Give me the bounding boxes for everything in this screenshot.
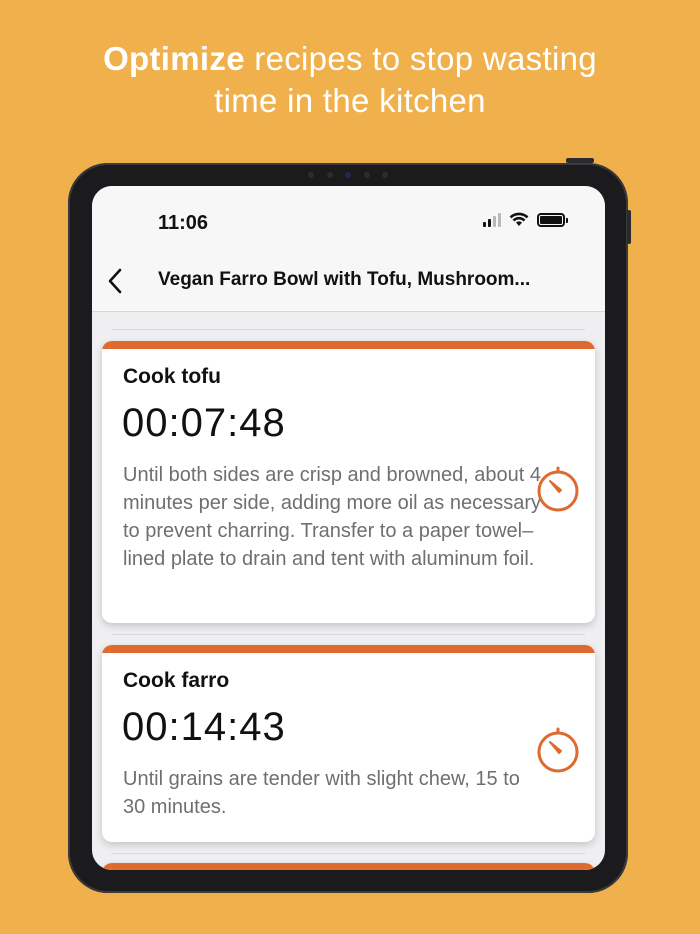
step-description: Until grains are tender with slight chew…	[123, 768, 520, 818]
timer-icon	[537, 727, 579, 773]
step-title: Cook tofu	[123, 365, 221, 388]
step-accent-bar	[102, 863, 595, 870]
list-separator	[112, 853, 585, 854]
timer-icon	[537, 466, 579, 512]
back-button[interactable]	[100, 264, 130, 298]
status-bar: 11:06	[92, 186, 605, 248]
step-description: Until both sides are crisp and browned, …	[123, 464, 542, 570]
recipe-title: Vegan Farro Bowl with Tofu, Mushroom...	[158, 269, 531, 290]
step-card[interactable]: Cook tofu 00:07:48 Until both sides are …	[102, 341, 595, 623]
status-icons	[483, 212, 568, 227]
headline-line-1: Optimize recipes to stop wasting	[0, 38, 700, 80]
step-timer-value: 00:14:43	[122, 705, 286, 749]
step-timer-value: 00:07:48	[122, 401, 286, 445]
wifi-icon	[509, 212, 529, 226]
start-timer-button[interactable]	[533, 725, 583, 775]
camera-sensor	[308, 171, 388, 179]
start-timer-button[interactable]	[533, 464, 583, 514]
step-card[interactable]: Cook farro 00:14:43 Until grains are ten…	[102, 645, 595, 842]
headline-line-2: time in the kitchen	[214, 82, 486, 119]
step-card-partial[interactable]	[102, 863, 595, 870]
list-separator	[112, 329, 585, 330]
app-screen: 11:06 Vegan Farro Bowl with Tofu, Mushro…	[92, 186, 605, 870]
headline-bold: Optimize	[103, 40, 245, 77]
headline-rest: recipes to stop wasting	[244, 40, 597, 77]
list-separator	[112, 634, 585, 635]
step-accent-bar	[102, 341, 595, 349]
status-time: 11:06	[158, 212, 209, 234]
device-volume-button	[627, 210, 631, 244]
cellular-signal-icon	[483, 212, 501, 227]
chevron-left-icon	[108, 268, 122, 294]
device-side-button	[566, 158, 594, 163]
step-accent-bar	[102, 645, 595, 653]
step-title: Cook farro	[123, 669, 230, 692]
promo-headline: Optimize recipes to stop wasting time in…	[0, 38, 700, 122]
steps-list[interactable]: Cook tofu 00:07:48 Until both sides are …	[92, 313, 605, 870]
battery-icon	[537, 212, 568, 227]
navigation-bar: Vegan Farro Bowl with Tofu, Mushroom...	[92, 248, 605, 312]
